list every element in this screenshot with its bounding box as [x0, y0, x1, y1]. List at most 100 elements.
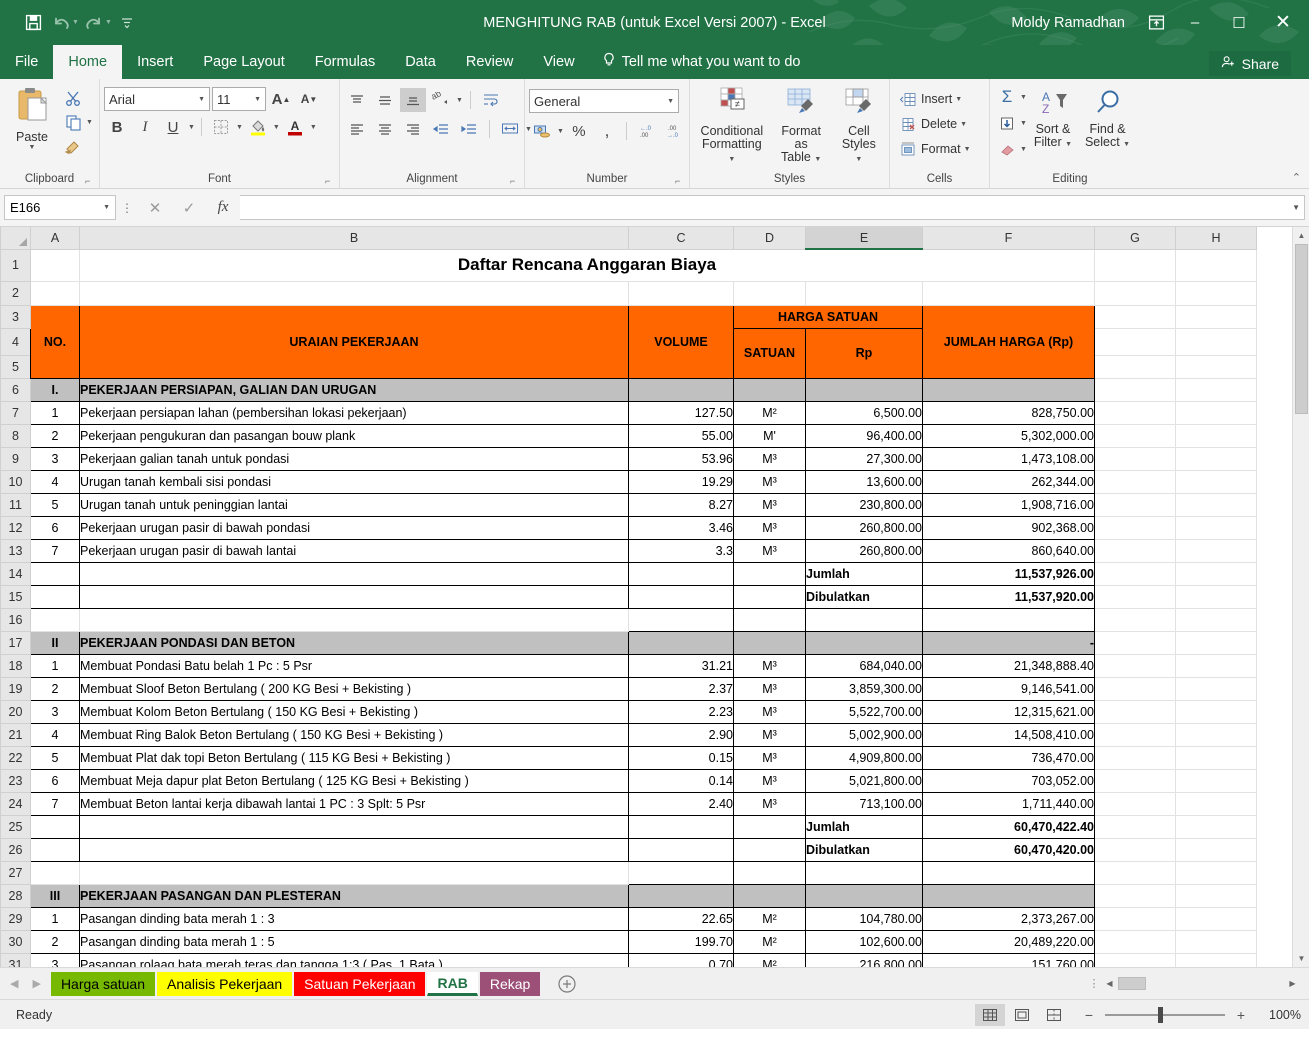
sheet-tab-rekap[interactable]: Rekap — [480, 972, 540, 996]
cell-g[interactable] — [1095, 815, 1176, 838]
row-no[interactable]: 4 — [31, 723, 80, 746]
cell-h[interactable] — [1176, 585, 1257, 608]
cell-e2[interactable] — [806, 281, 923, 305]
section-rp[interactable] — [806, 378, 923, 401]
row-total[interactable]: 828,750.00 — [923, 401, 1095, 424]
cell-h[interactable] — [1176, 953, 1257, 967]
row-no[interactable]: 3 — [31, 700, 80, 723]
row-header-27[interactable]: 27 — [1, 861, 31, 884]
section-number[interactable]: II — [31, 631, 80, 654]
cell-b[interactable] — [80, 861, 629, 884]
cell-a2[interactable] — [31, 281, 80, 305]
row-header-4[interactable]: 4 — [1, 328, 31, 355]
section-rp[interactable] — [806, 884, 923, 907]
row-description[interactable]: Membuat Pondasi Batu belah 1 Pc : 5 Psr — [80, 654, 629, 677]
table-row[interactable]: 3NO.URAIAN PEKERJAANVOLUMEHARGA SATUANJU… — [1, 305, 1257, 328]
cell-g[interactable] — [1095, 838, 1176, 861]
cell-g[interactable] — [1095, 654, 1176, 677]
total-satuan[interactable] — [734, 562, 806, 585]
cell-g[interactable] — [1095, 631, 1176, 654]
row-header-10[interactable]: 10 — [1, 470, 31, 493]
table-row[interactable]: 104Urugan tanah kembali sisi pondasi19.2… — [1, 470, 1257, 493]
cell-h[interactable] — [1176, 861, 1257, 884]
font-dialog-launcher[interactable]: ⌐ — [325, 176, 335, 186]
row-total[interactable]: 262,344.00 — [923, 470, 1095, 493]
tab-review[interactable]: Review — [451, 45, 529, 79]
cell-g4[interactable] — [1095, 328, 1176, 355]
table-row[interactable]: 14Jumlah11,537,926.00 — [1, 562, 1257, 585]
row-no[interactable]: 3 — [31, 447, 80, 470]
cell-g[interactable] — [1095, 677, 1176, 700]
row-total[interactable]: 1,711,440.00 — [923, 792, 1095, 815]
horizontal-scroll-thumb[interactable] — [1118, 977, 1146, 990]
scroll-left-arrow[interactable]: ◀ — [1101, 975, 1118, 992]
table-row[interactable]: 192Membuat Sloof Beton Bertulang ( 200 K… — [1, 677, 1257, 700]
clear-eraser-icon[interactable] — [994, 137, 1020, 161]
cell-h[interactable] — [1176, 815, 1257, 838]
column-header-G[interactable]: G — [1095, 227, 1176, 249]
row-total[interactable]: 902,368.00 — [923, 516, 1095, 539]
row-volume[interactable]: 2.40 — [629, 792, 734, 815]
row-total[interactable]: 12,315,621.00 — [923, 700, 1095, 723]
cell-h[interactable] — [1176, 608, 1257, 631]
row-total[interactable]: 1,473,108.00 — [923, 447, 1095, 470]
row-header-8[interactable]: 8 — [1, 424, 31, 447]
cell-styles-button[interactable]: Cell Styles ▼ — [833, 83, 885, 169]
row-description[interactable]: Membuat Beton lantai kerja dibawah lanta… — [80, 792, 629, 815]
row-header-6[interactable]: 6 — [1, 378, 31, 401]
section-volume[interactable] — [629, 378, 734, 401]
cell-d[interactable] — [734, 861, 806, 884]
insert-function-icon[interactable]: fx — [206, 195, 240, 220]
header-volume[interactable]: VOLUME — [629, 305, 734, 378]
tab-data[interactable]: Data — [390, 45, 451, 79]
row-unit-price[interactable]: 104,780.00 — [806, 907, 923, 930]
row-unit-price[interactable]: 5,021,800.00 — [806, 769, 923, 792]
next-sheet-arrow[interactable]: ▶ — [32, 977, 40, 990]
decrease-font-size-icon[interactable]: A▼ — [296, 87, 322, 111]
row-description[interactable]: Pekerjaan urugan pasir di bawah lantai — [80, 539, 629, 562]
row-volume[interactable]: 53.96 — [629, 447, 734, 470]
horizontal-scroll-track[interactable] — [1118, 975, 1284, 992]
row-satuan[interactable]: M² — [734, 930, 806, 953]
total-satuan[interactable] — [734, 838, 806, 861]
cell-h5[interactable] — [1176, 355, 1257, 378]
row-volume[interactable]: 2.23 — [629, 700, 734, 723]
column-header-C[interactable]: C — [629, 227, 734, 249]
align-bottom-icon[interactable] — [400, 88, 426, 112]
cell-a[interactable] — [31, 608, 80, 631]
table-row[interactable]: 302Pasangan dinding bata merah 1 : 5199.… — [1, 930, 1257, 953]
row-header-30[interactable]: 30 — [1, 930, 31, 953]
zoom-in-button[interactable]: + — [1233, 1007, 1249, 1023]
paste-dropdown-caret[interactable]: ▼ — [29, 144, 36, 151]
table-row[interactable]: 93Pekerjaan galian tanah untuk pondasi53… — [1, 447, 1257, 470]
cell-g[interactable] — [1095, 539, 1176, 562]
cell-g[interactable] — [1095, 401, 1176, 424]
table-row[interactable]: 181Membuat Pondasi Batu belah 1 Pc : 5 P… — [1, 654, 1257, 677]
cell-g2[interactable] — [1095, 281, 1176, 305]
row-no[interactable]: 7 — [31, 792, 80, 815]
sheet-tab-harga-satuan[interactable]: Harga satuan — [51, 972, 155, 996]
row-description[interactable]: Pekerjaan persiapan lahan (pembersihan l… — [80, 401, 629, 424]
row-total[interactable]: 703,052.00 — [923, 769, 1095, 792]
cell-h[interactable] — [1176, 539, 1257, 562]
row-volume[interactable]: 2.90 — [629, 723, 734, 746]
sheet-tab-analisis-pekerjaan[interactable]: Analisis Pekerjaan — [157, 972, 292, 996]
row-satuan[interactable]: M² — [734, 953, 806, 967]
increase-decimal-icon[interactable]: ←.0.00 — [633, 119, 659, 143]
cell-h[interactable] — [1176, 631, 1257, 654]
section-title[interactable]: PEKERJAAN PONDASI DAN BETON — [80, 631, 629, 654]
row-header-14[interactable]: 14 — [1, 562, 31, 585]
font-family-select[interactable]: Arial ▼ — [104, 87, 210, 111]
tab-formulas[interactable]: Formulas — [300, 45, 390, 79]
row-satuan[interactable]: M³ — [734, 769, 806, 792]
row-satuan[interactable]: M³ — [734, 447, 806, 470]
cell-c2[interactable] — [629, 281, 734, 305]
row-description[interactable]: Pasangan dinding bata merah 1 : 5 — [80, 930, 629, 953]
cell-h1[interactable] — [1176, 249, 1257, 281]
row-satuan[interactable]: M³ — [734, 470, 806, 493]
cell-f2[interactable] — [923, 281, 1095, 305]
cell-h[interactable] — [1176, 424, 1257, 447]
header-satuan[interactable]: SATUAN — [734, 328, 806, 378]
row-description[interactable]: Urugan tanah untuk peninggian lantai — [80, 493, 629, 516]
section-volume[interactable] — [629, 884, 734, 907]
